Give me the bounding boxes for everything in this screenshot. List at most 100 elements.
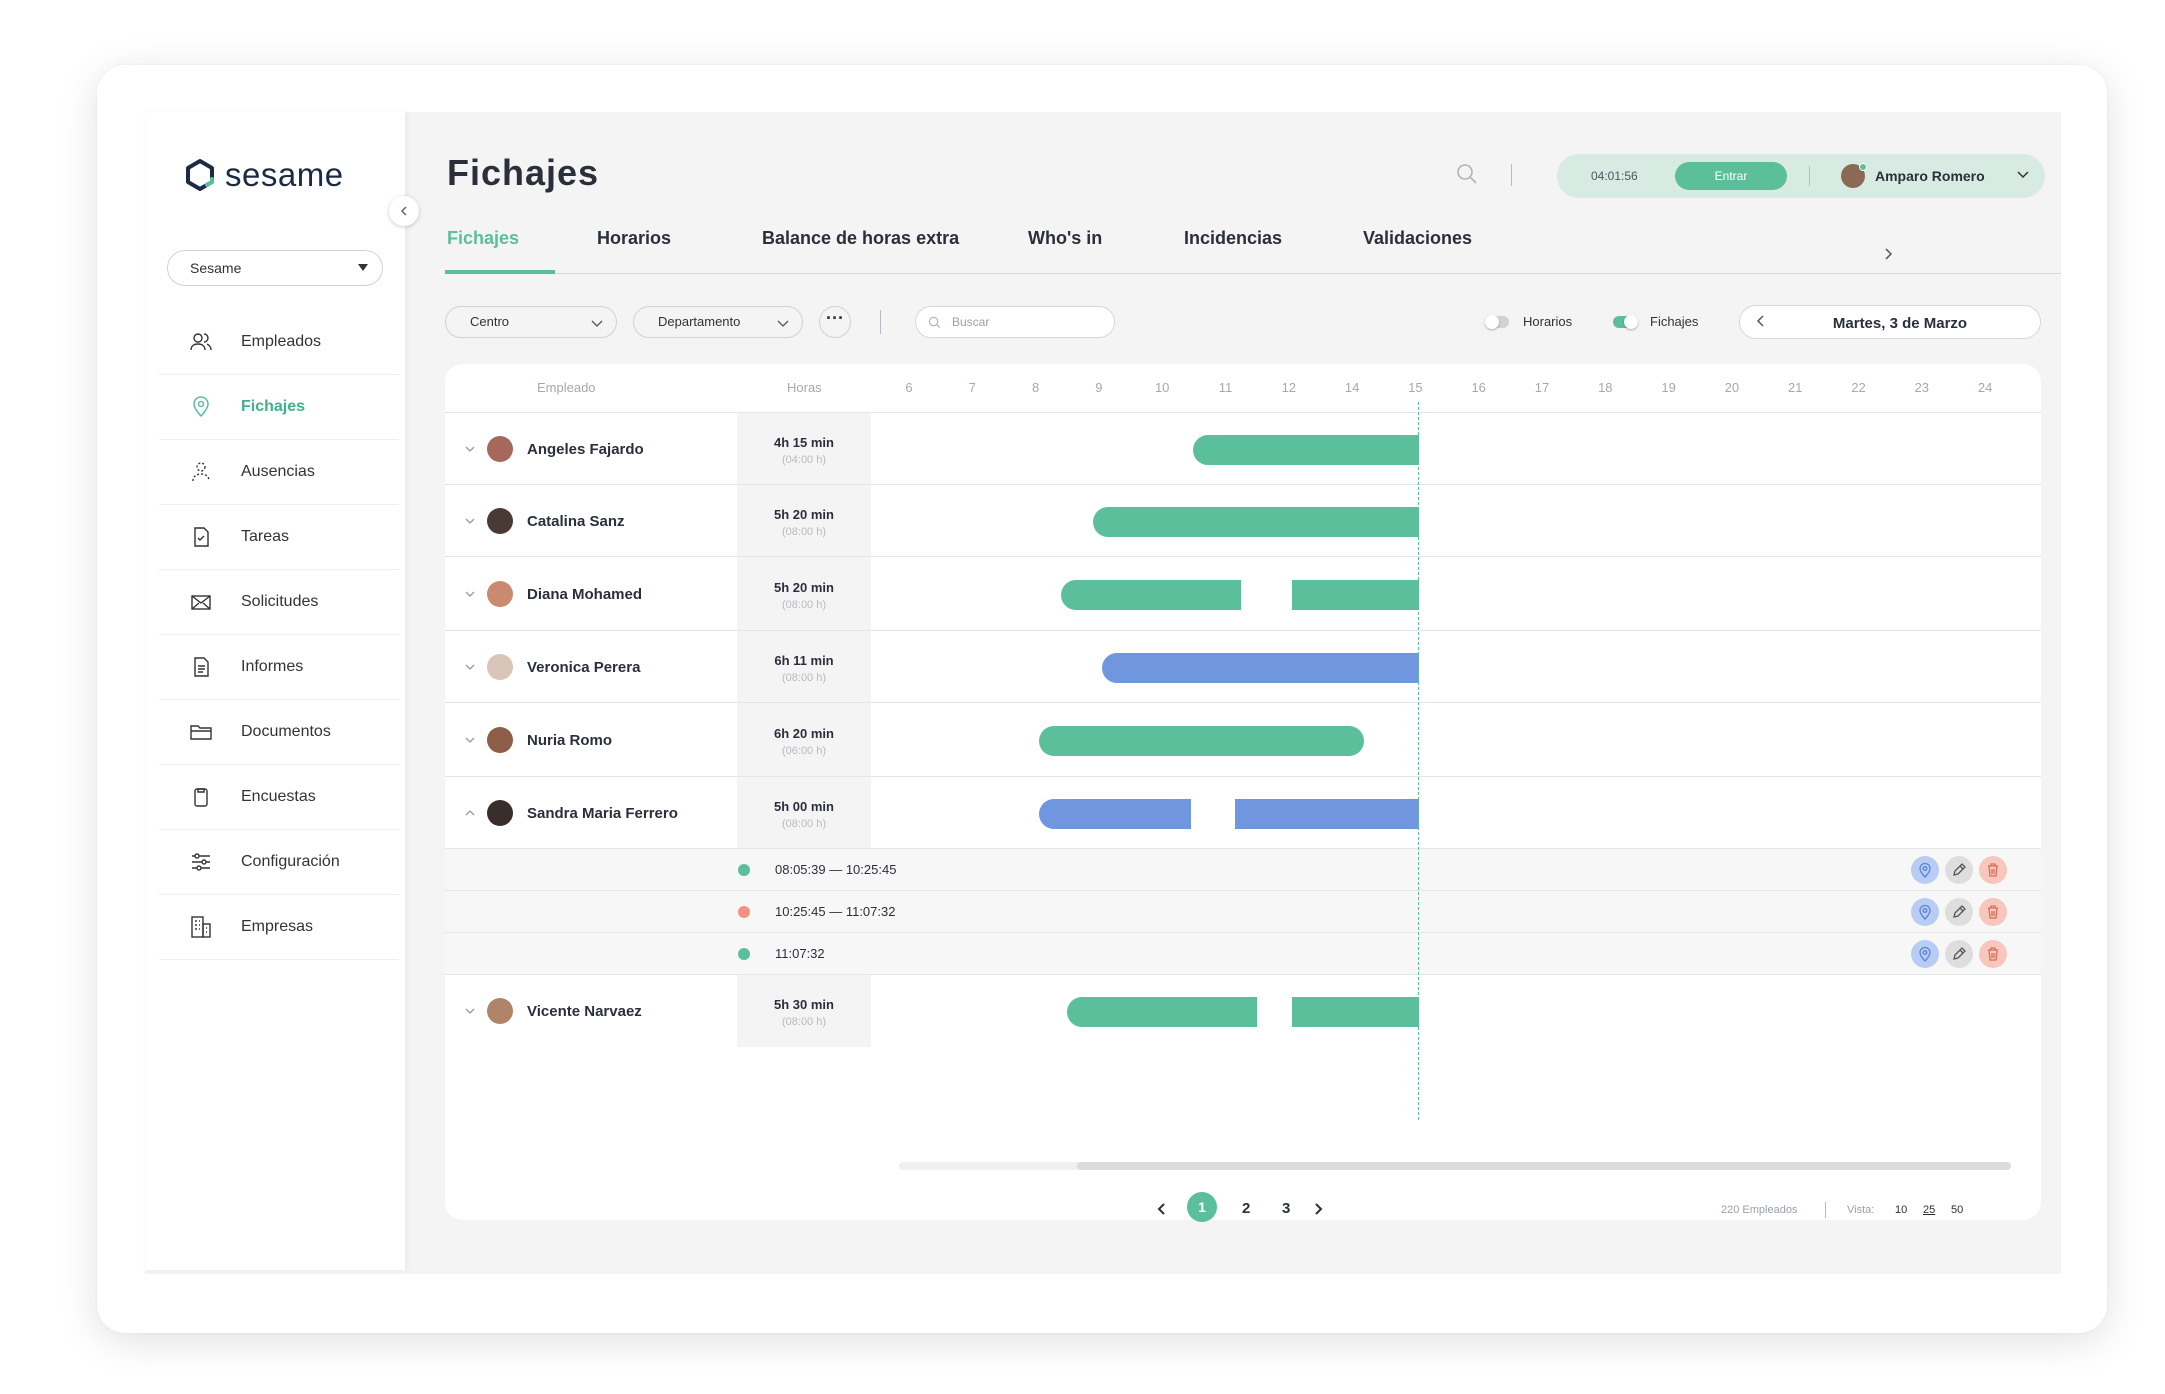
- hour-label: 14: [1344, 380, 1360, 395]
- delete-button[interactable]: [1979, 940, 2007, 968]
- location-button[interactable]: [1911, 940, 1939, 968]
- building-icon: [191, 916, 211, 938]
- more-filters-button[interactable]: ···: [819, 306, 851, 338]
- tab-balance-horas-extra[interactable]: Balance de horas extra: [762, 228, 959, 249]
- tab-fichajes[interactable]: Fichajes: [447, 228, 519, 249]
- time-bar[interactable]: [1039, 799, 1191, 829]
- location-button[interactable]: [1911, 856, 1939, 884]
- time-bar[interactable]: [1102, 653, 1419, 683]
- collapse-sidebar-button[interactable]: [389, 196, 419, 226]
- employee-name[interactable]: Nuria Romo: [527, 732, 612, 749]
- sidebar-item-label: Configuración: [241, 853, 340, 870]
- sliders-icon: [192, 853, 210, 871]
- table-row[interactable]: Catalina Sanz 5h 20 min (08:00 h): [445, 484, 2041, 557]
- time-bar[interactable]: [1193, 435, 1419, 465]
- company-select[interactable]: Sesame: [167, 250, 383, 286]
- chevron-down-icon[interactable]: [463, 442, 477, 456]
- delete-button[interactable]: [1979, 898, 2007, 926]
- fichajes-toggle[interactable]: [1613, 315, 1638, 329]
- employee-name[interactable]: Diana Mohamed: [527, 586, 642, 603]
- edit-button[interactable]: [1945, 940, 1973, 968]
- report-icon: [194, 657, 209, 677]
- chevron-down-icon[interactable]: [463, 660, 477, 674]
- time-bar[interactable]: [1039, 726, 1364, 756]
- next-page-icon[interactable]: [1313, 1202, 1323, 1216]
- sidebar-item-informes[interactable]: Informes: [159, 635, 399, 700]
- folder-icon: [190, 725, 212, 740]
- page-1-button[interactable]: 1: [1187, 1192, 1217, 1222]
- prev-page-icon[interactable]: [1157, 1202, 1167, 1216]
- employee-name[interactable]: Sandra Maria Ferrero: [527, 805, 678, 822]
- employee-name[interactable]: Catalina Sanz: [527, 513, 625, 530]
- enter-button[interactable]: Entrar: [1675, 162, 1787, 190]
- centro-filter[interactable]: Centro: [445, 306, 617, 338]
- time-bar[interactable]: [1093, 507, 1419, 537]
- worked-hours: 5h 30 min: [774, 997, 834, 1012]
- expected-hours: (08:00 h): [781, 526, 827, 538]
- user-name[interactable]: Amparo Romero: [1875, 168, 1985, 184]
- footer-divider: [1825, 1202, 1826, 1218]
- table-row[interactable]: Diana Mohamed 5h 20 min (08:00 h): [445, 556, 2041, 631]
- time-bar[interactable]: [1061, 580, 1241, 610]
- table-row[interactable]: Veronica Perera 6h 11 min (08:00 h): [445, 630, 2041, 703]
- sidebar-item-fichajes[interactable]: Fichajes: [159, 375, 399, 440]
- horizontal-scrollbar[interactable]: [899, 1162, 2011, 1170]
- logo[interactable]: sesame: [183, 156, 344, 194]
- page-size-25[interactable]: 25: [1923, 1204, 1935, 1216]
- time-bar[interactable]: [1067, 997, 1257, 1027]
- chevron-down-icon[interactable]: [463, 587, 477, 601]
- delete-button[interactable]: [1979, 856, 2007, 884]
- page-2-button[interactable]: 2: [1242, 1200, 1250, 1217]
- table-row[interactable]: Sandra Maria Ferrero 5h 00 min (08:00 h): [445, 776, 2041, 849]
- sesame-logo-icon: [186, 159, 214, 191]
- pencil-icon: [1953, 863, 1966, 876]
- tab-incidencias[interactable]: Incidencias: [1184, 228, 1282, 249]
- location-button[interactable]: [1911, 898, 1939, 926]
- page-3-button[interactable]: 3: [1282, 1200, 1290, 1217]
- chevron-down-icon[interactable]: [2015, 166, 2031, 182]
- chevron-down-icon[interactable]: [463, 1004, 477, 1018]
- search-input[interactable]: Buscar: [915, 306, 1115, 338]
- sidebar-item-configuracion[interactable]: Configuración: [159, 830, 399, 895]
- chevron-down-icon[interactable]: [463, 733, 477, 747]
- worked-hours: 6h 20 min: [774, 726, 834, 741]
- hour-label: 10: [1154, 380, 1170, 395]
- horarios-toggle[interactable]: [1485, 315, 1509, 329]
- scrollbar-thumb[interactable]: [1077, 1162, 2011, 1170]
- date-selector[interactable]: Martes, 3 de Marzo: [1739, 305, 2041, 339]
- sidebar-item-solicitudes[interactable]: Solicitudes: [159, 570, 399, 635]
- chevron-up-icon[interactable]: [463, 806, 477, 820]
- chevron-down-icon[interactable]: [463, 514, 477, 528]
- time-bar[interactable]: [1292, 580, 1419, 610]
- work-status-dot: [738, 948, 750, 960]
- hour-label: 11: [1218, 380, 1233, 395]
- table-row[interactable]: Nuria Romo 6h 20 min (06:00 h): [445, 702, 2041, 777]
- employee-name[interactable]: Angeles Fajardo: [527, 441, 644, 458]
- employee-name[interactable]: Vicente Narvaez: [527, 1003, 642, 1020]
- sidebar-item-tareas[interactable]: Tareas: [159, 505, 399, 570]
- search-icon[interactable]: [1455, 162, 1479, 186]
- tab-validaciones[interactable]: Validaciones: [1363, 228, 1472, 249]
- sidebar-item-empresas[interactable]: Empresas: [159, 895, 399, 960]
- chevron-right-icon[interactable]: [1883, 248, 1893, 260]
- toggle-knob: [1485, 315, 1499, 329]
- sidebar-item-encuestas[interactable]: Encuestas: [159, 765, 399, 830]
- sidebar-item-ausencias[interactable]: Ausencias: [159, 440, 399, 505]
- clock-time: 04:01:56: [1591, 169, 1638, 183]
- time-bar[interactable]: [1292, 997, 1419, 1027]
- work-status-dot: [738, 864, 750, 876]
- time-bar[interactable]: [1235, 799, 1419, 829]
- page-size-10[interactable]: 10: [1895, 1204, 1907, 1216]
- edit-button[interactable]: [1945, 898, 1973, 926]
- employee-name[interactable]: Veronica Perera: [527, 659, 640, 676]
- departamento-filter[interactable]: Departamento: [633, 306, 803, 338]
- sidebar-item-documentos[interactable]: Documentos: [159, 700, 399, 765]
- online-status-dot: [1859, 163, 1867, 171]
- sidebar-item-empleados[interactable]: Empleados: [159, 310, 399, 375]
- tab-whos-in[interactable]: Who's in: [1028, 228, 1102, 249]
- edit-button[interactable]: [1945, 856, 1973, 884]
- page-size-50[interactable]: 50: [1951, 1204, 1963, 1216]
- table-row[interactable]: Angeles Fajardo 4h 15 min (04:00 h): [445, 412, 2041, 485]
- table-row[interactable]: Vicente Narvaez 5h 30 min (08:00 h): [445, 974, 2041, 1047]
- tab-horarios[interactable]: Horarios: [597, 228, 671, 249]
